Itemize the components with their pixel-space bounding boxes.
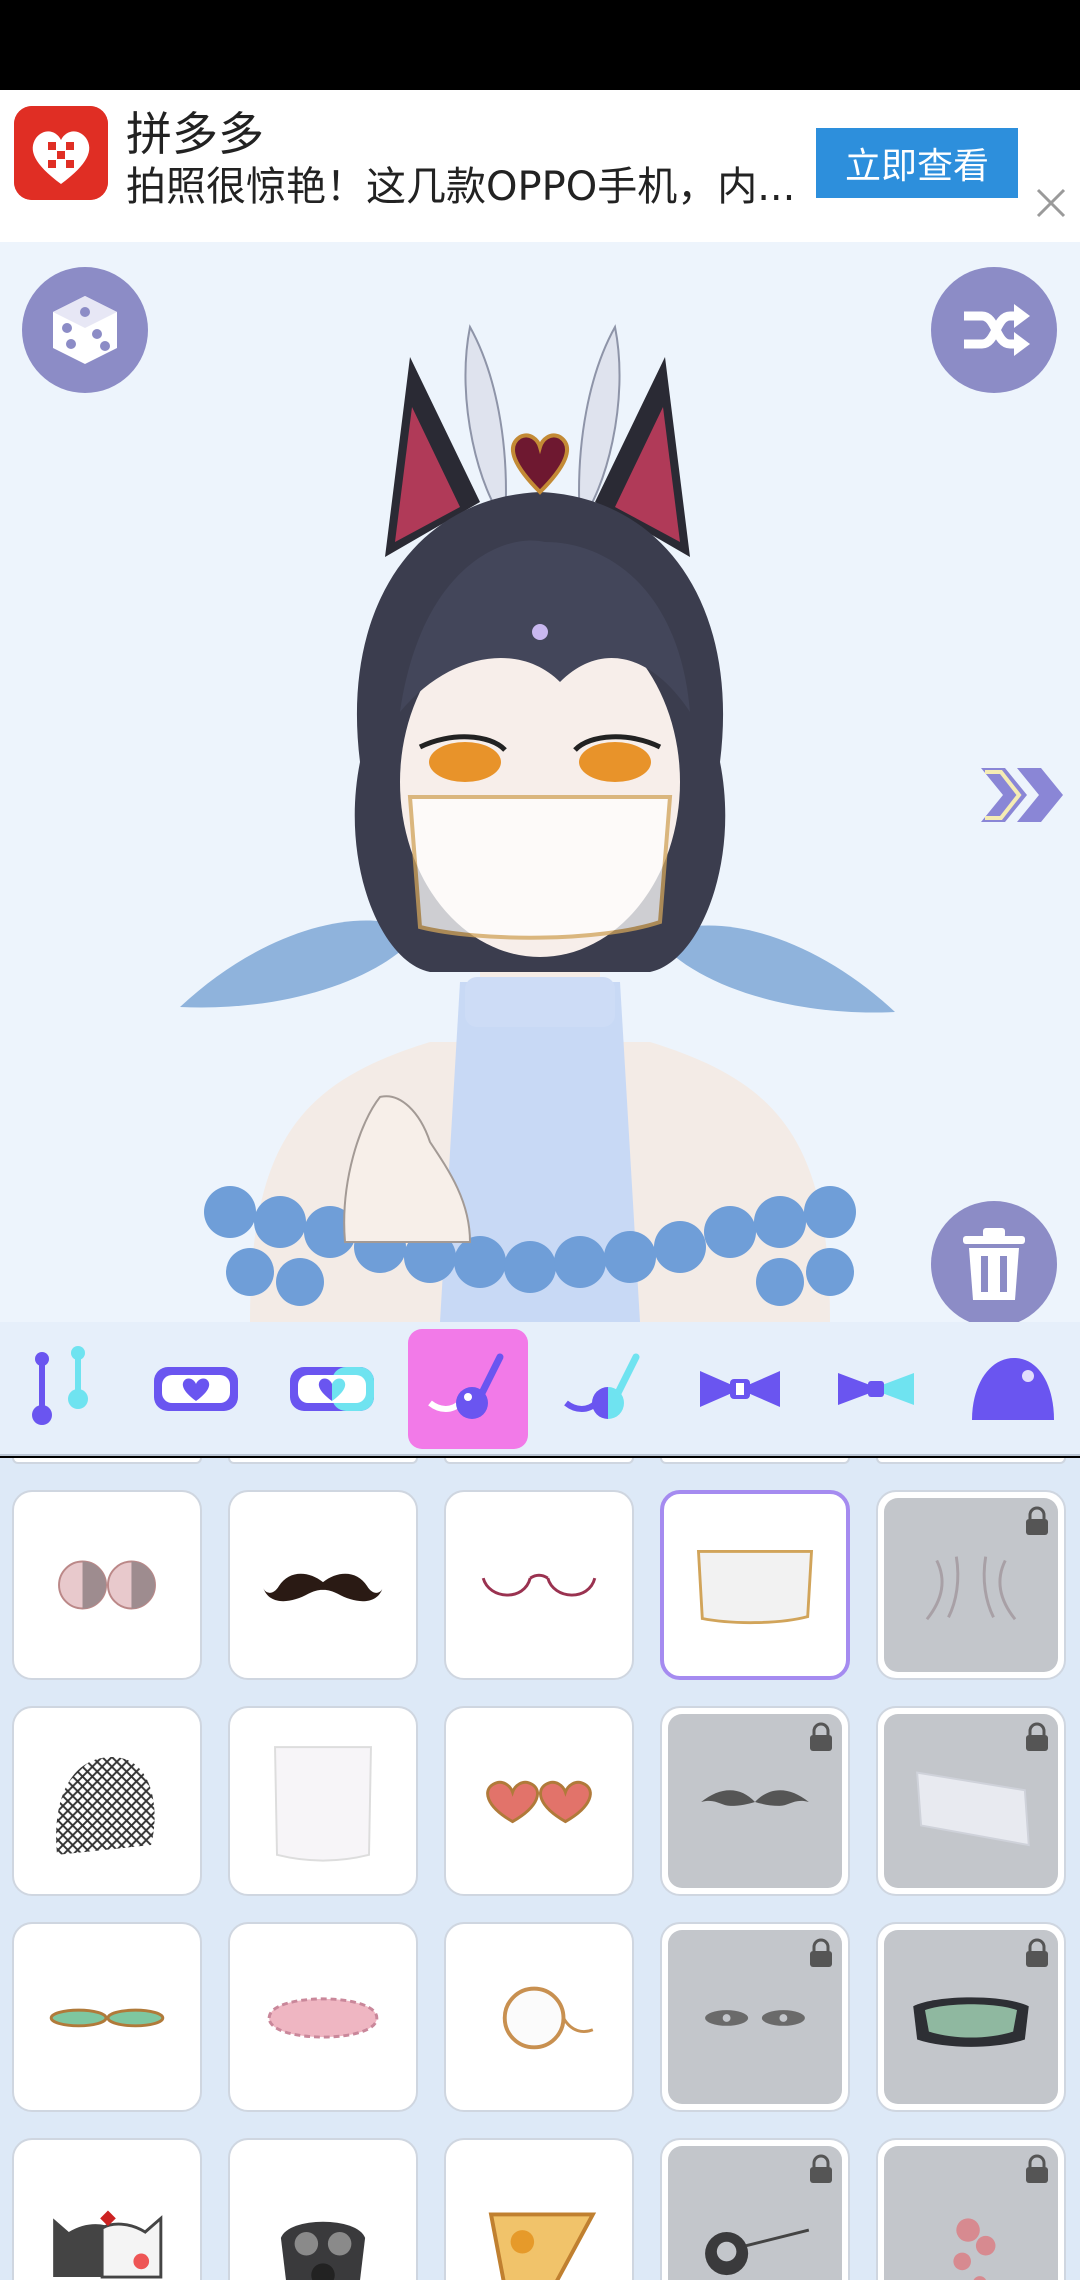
item-veil[interactable] <box>660 1490 850 1680</box>
category-half-face-accessory[interactable] <box>544 1329 664 1449</box>
item-goggles[interactable] <box>876 1922 1066 2112</box>
item-cloth-mask[interactable] <box>228 1706 418 1896</box>
status-bar <box>0 0 1080 90</box>
item-skull-eyepatch[interactable] <box>660 2138 850 2280</box>
sleep-mask-icon <box>267 1997 379 2039</box>
cloth-mask-icon <box>274 1746 372 1862</box>
shuffle-icon <box>964 304 1030 356</box>
avatar-preview <box>0 242 1080 1322</box>
hat-icon <box>972 1358 1054 1420</box>
item-thin-glasses[interactable] <box>444 1490 634 1680</box>
category-heart-mask[interactable] <box>136 1329 256 1449</box>
category-hat[interactable] <box>952 1329 1072 1449</box>
ad-description: 拍照很惊艳！这几款OPPO手机，内... <box>126 164 796 210</box>
ad-banner[interactable]: 拼多多 拍照很惊艳！这几款OPPO手机，内... 立即查看 广告 <box>0 90 1080 336</box>
dice-icon <box>53 296 117 364</box>
lock-icon <box>1026 2154 1048 2183</box>
gas-mask-icon <box>280 2221 366 2280</box>
item-crown-chains[interactable] <box>876 1490 1066 1680</box>
item-heart-sunglasses[interactable] <box>444 1706 634 1896</box>
category-accessory-pin[interactable] <box>0 1329 120 1449</box>
net-mask-icon <box>56 1756 155 1855</box>
lock-icon <box>810 1722 832 1751</box>
lock-icon <box>810 2154 832 2183</box>
small-bow-icon <box>838 1373 914 1405</box>
half-face-accessory-icon <box>564 1353 640 1419</box>
item-monocle[interactable] <box>444 1922 634 2112</box>
item-gas-mask[interactable] <box>228 2138 418 2280</box>
face-accessory-icon <box>428 1353 504 1419</box>
item-net-mask[interactable] <box>12 1706 202 1896</box>
ad-view-now-button[interactable]: 立即查看 <box>816 128 1018 198</box>
random-button[interactable] <box>22 267 148 393</box>
lock-icon <box>810 1938 832 1967</box>
round-glasses-icon <box>58 1560 156 1610</box>
slim-glasses-icon <box>49 2008 165 2028</box>
pinduoduo-logo <box>14 106 108 200</box>
heart-mask-icon <box>154 1367 238 1411</box>
category-bow-tie[interactable] <box>680 1329 800 1449</box>
category-half-mask[interactable] <box>272 1329 392 1449</box>
shuffle-button[interactable] <box>931 267 1057 393</box>
item-gold-eyepatch[interactable] <box>444 2138 634 2280</box>
thin-glasses-icon <box>481 1573 597 1597</box>
item-bandage[interactable] <box>876 1706 1066 1896</box>
anime-character <box>180 324 895 1322</box>
lock-icon <box>1026 1938 1048 1967</box>
item-bat-wings-mask[interactable] <box>660 1706 850 1896</box>
delete-button[interactable] <box>931 1201 1057 1322</box>
grid-row-partial <box>228 1458 418 1464</box>
pin-icon <box>32 1346 88 1425</box>
item-dark-eyes[interactable] <box>660 1922 850 2112</box>
grid-row-partial <box>12 1458 202 1464</box>
bow-tie-icon <box>700 1371 780 1407</box>
item-grid <box>0 1458 1080 2280</box>
item-slim-glasses[interactable] <box>12 1922 202 2112</box>
item-rose-tattoo[interactable] <box>876 2138 1066 2280</box>
item-mustache[interactable] <box>228 1490 418 1680</box>
item-sleep-mask[interactable] <box>228 1922 418 2112</box>
lock-icon <box>1026 1722 1048 1751</box>
category-bar <box>0 1322 1080 1456</box>
item-round-glasses[interactable] <box>12 1490 202 1680</box>
category-face-accessory[interactable] <box>408 1329 528 1449</box>
grid-row-partial <box>444 1458 634 1464</box>
trash-icon <box>963 1228 1025 1300</box>
lock-icon <box>1026 1506 1048 1535</box>
item-cat-mask[interactable] <box>12 2138 202 2280</box>
half-mask-icon <box>290 1367 374 1411</box>
mustache-icon <box>263 1573 383 1602</box>
double-chevron-right-icon[interactable] <box>975 764 1069 826</box>
grid-row-partial <box>660 1458 850 1464</box>
gold-eyepatch-icon <box>488 2212 597 2280</box>
category-small-bow[interactable] <box>816 1329 936 1449</box>
close-icon[interactable] <box>1034 186 1068 220</box>
heart-sunglasses-icon <box>486 1780 592 1824</box>
cat-mask-icon <box>53 2210 163 2279</box>
monocle-icon <box>502 1986 594 2050</box>
veil-icon <box>696 1550 814 1625</box>
grid-row-partial <box>876 1458 1066 1464</box>
